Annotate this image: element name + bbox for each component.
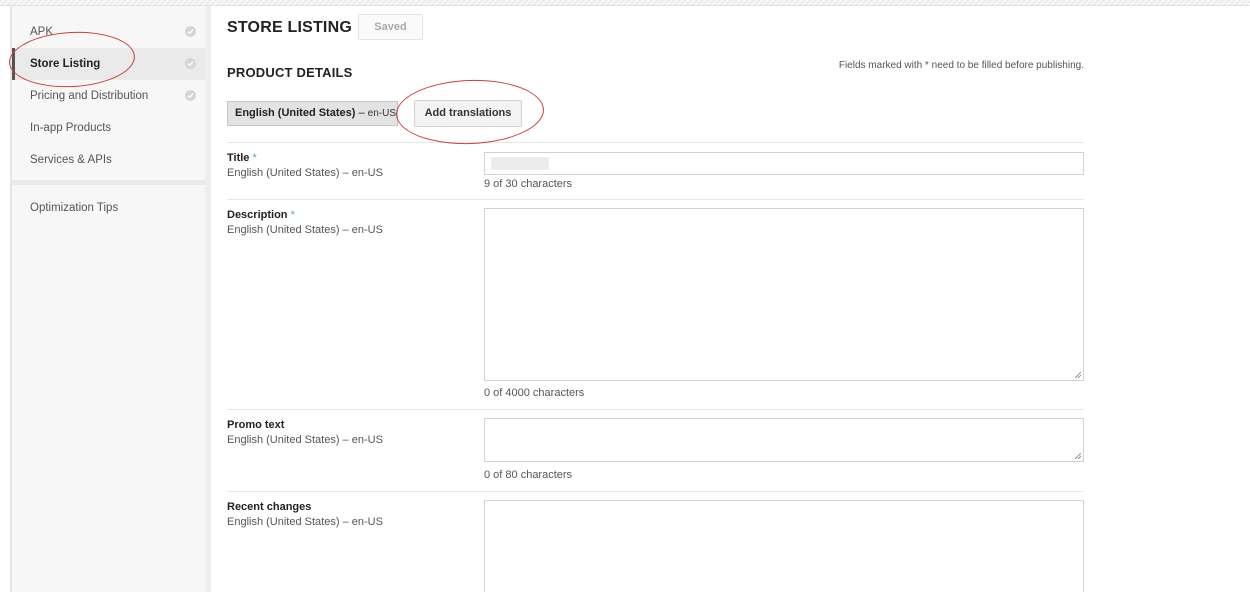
title-input[interactable] <box>484 152 1084 175</box>
sidebar-item-apk[interactable]: APK <box>12 16 205 48</box>
sidebar-tips-section: Optimization Tips <box>12 192 205 224</box>
sidebar-item-label: Services & APIs <box>30 154 112 166</box>
recent-changes-textarea[interactable] <box>484 500 1084 592</box>
sidebar-item-in-app-products[interactable]: In-app Products <box>12 112 205 144</box>
check-circle-icon <box>185 90 196 101</box>
section-title: PRODUCT DETAILS <box>227 65 353 80</box>
sidebar-item-pricing-distribution[interactable]: Pricing and Distribution <box>12 80 205 112</box>
title-char-count: 9 of 30 characters <box>484 178 573 190</box>
promo-textarea[interactable] <box>484 418 1084 462</box>
description-label: Description * <box>227 209 295 221</box>
sidebar-item-label: Store Listing <box>30 58 101 70</box>
promo-field-row: Promo text English (United States) – en-… <box>227 409 1084 491</box>
sidebar-item-optimization-tips[interactable]: Optimization Tips <box>12 192 205 224</box>
promo-language: English (United States) – en-US <box>227 434 383 446</box>
saved-button[interactable]: Saved <box>358 14 423 40</box>
main-content: STORE LISTING Saved PRODUCT DETAILS Fiel… <box>227 6 1087 592</box>
title-language: English (United States) – en-US <box>227 167 383 179</box>
language-separator: – <box>355 107 368 119</box>
title-label: Title * <box>227 152 257 164</box>
description-char-count: 0 of 4000 characters <box>484 387 585 399</box>
add-translations-button[interactable]: Add translations <box>414 100 522 127</box>
recent-changes-language: English (United States) – en-US <box>227 516 383 528</box>
sidebar-item-label: Optimization Tips <box>30 202 119 214</box>
required-asterisk: * <box>290 209 295 221</box>
sidebar-item-label: In-app Products <box>30 122 112 134</box>
check-circle-icon <box>185 26 196 37</box>
sidebar-item-label: APK <box>30 26 54 38</box>
description-field-row: Description * English (United States) – … <box>227 199 1084 409</box>
sidebar-item-store-listing[interactable]: Store Listing <box>12 48 205 80</box>
description-textarea[interactable] <box>484 208 1084 381</box>
sidebar-nav: APK Store Listing Pricing and Distributi… <box>12 16 205 176</box>
required-fields-note: Fields marked with * need to be filled b… <box>838 60 1084 71</box>
language-tab-en-us[interactable]: English (United States) – en-US <box>227 101 398 126</box>
sidebar-item-services-apis[interactable]: Services & APIs <box>12 144 205 176</box>
promo-label: Promo text <box>227 419 285 431</box>
language-name: English (United States) <box>235 107 356 119</box>
description-language: English (United States) – en-US <box>227 224 383 236</box>
page-title: STORE LISTING <box>227 19 352 36</box>
language-code: en-US <box>367 108 396 119</box>
recent-changes-field-row: Recent changes English (United States) –… <box>227 491 1084 592</box>
resize-handle-icon[interactable] <box>1075 453 1081 459</box>
recent-changes-label: Recent changes <box>227 501 312 513</box>
sidebar-separator <box>205 6 211 592</box>
resize-handle-icon[interactable] <box>1075 372 1081 378</box>
sidebar-item-label: Pricing and Distribution <box>30 90 149 102</box>
sidebar: APK Store Listing Pricing and Distributi… <box>12 6 205 592</box>
redacted-title-value <box>491 157 549 170</box>
sidebar-divider <box>12 180 205 185</box>
promo-char-count: 0 of 80 characters <box>484 469 573 481</box>
title-field-row: Title * English (United States) – en-US … <box>227 142 1084 199</box>
required-asterisk: * <box>252 152 257 164</box>
check-circle-icon <box>185 58 196 69</box>
